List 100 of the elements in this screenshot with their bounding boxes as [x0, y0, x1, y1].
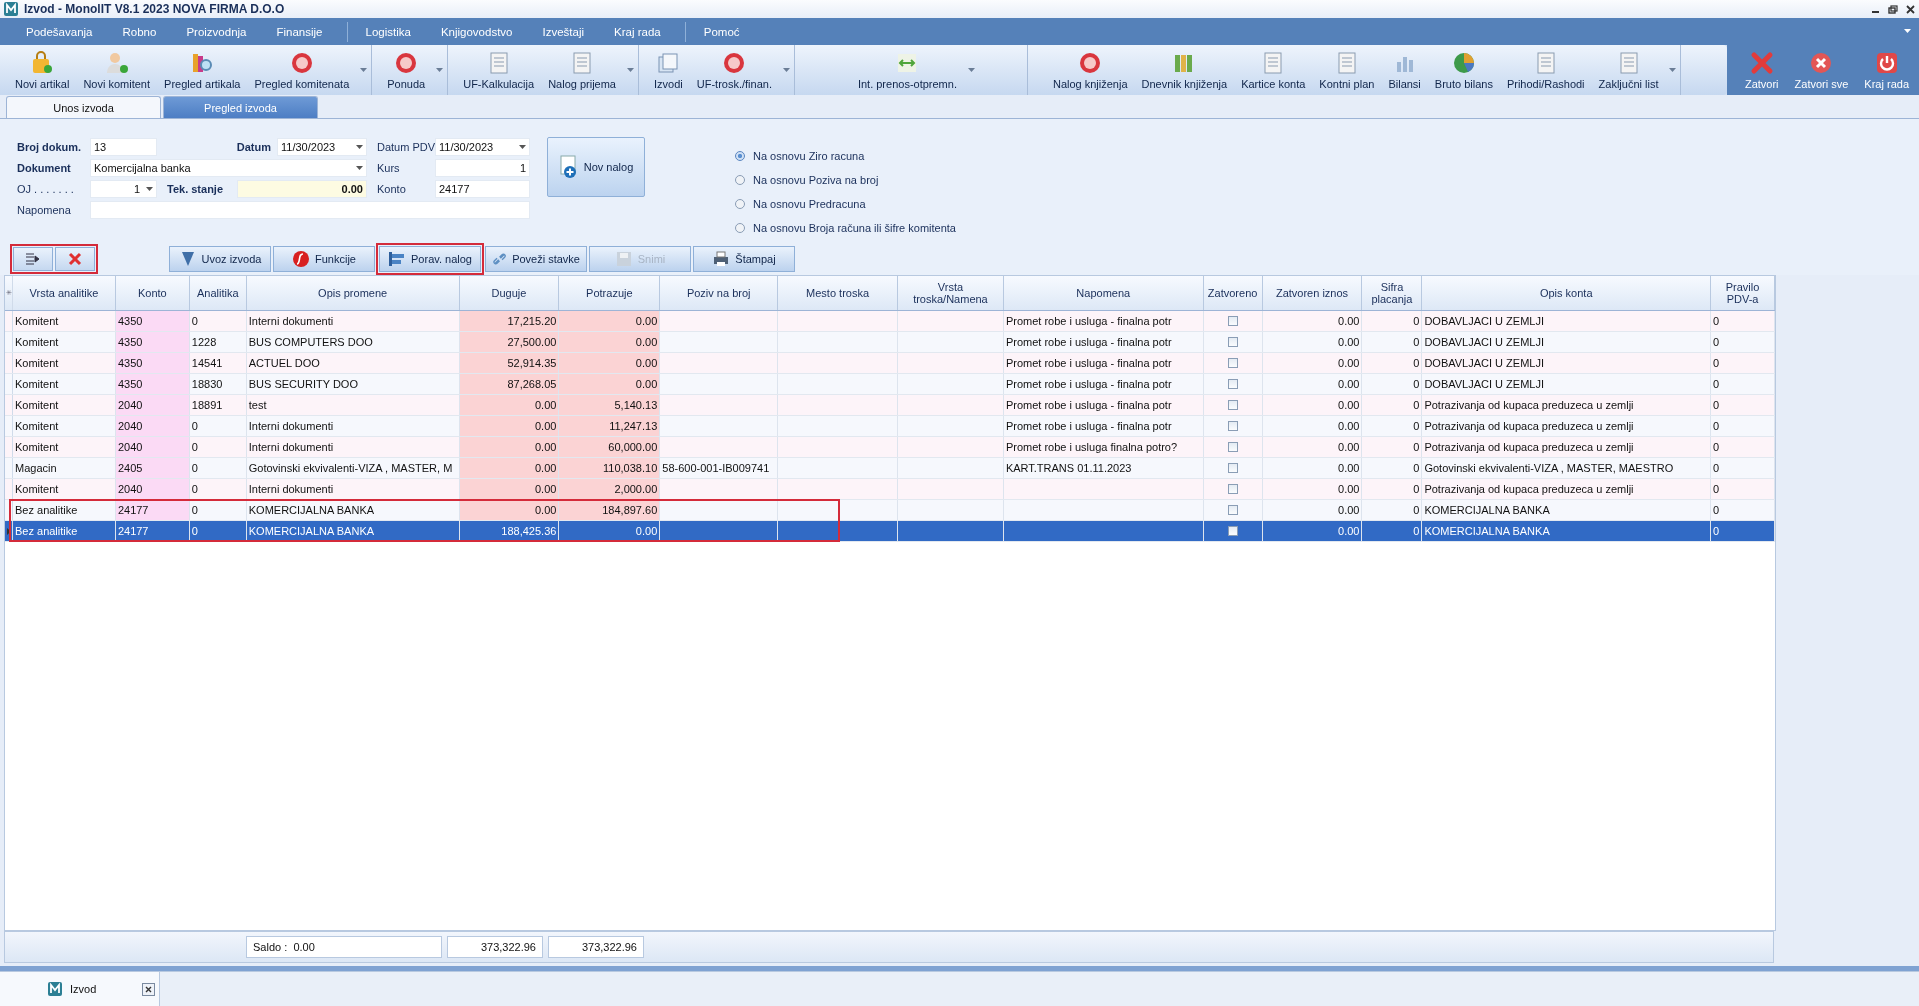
caret-icon[interactable] — [436, 68, 444, 72]
caret-icon[interactable] — [967, 68, 975, 72]
radio-button[interactable] — [735, 175, 745, 185]
table-row[interactable]: Bez analitike 24177 0 KOMERCIJALNA BANKA 188,425.36 0.00 0.00 0 KOMERCIJALNA BANKA 0 — [5, 521, 1775, 542]
toolbar-button[interactable]: Bruto bilans — [1427, 45, 1500, 95]
toolbar-button[interactable]: UF-trosk./finan. — [689, 45, 779, 95]
column-header[interactable]: Zatvoren iznos — [1262, 276, 1363, 310]
input-field[interactable]: 13 — [90, 138, 157, 156]
toolbar-button[interactable]: Nalog knjiženja — [1045, 45, 1135, 95]
checkbox[interactable] — [1227, 463, 1238, 473]
column-header[interactable]: Sifra placanja — [1362, 276, 1423, 310]
column-header[interactable]: Opis promene — [246, 276, 460, 310]
close-icon[interactable] — [1906, 4, 1915, 14]
menu-item[interactable]: Logistika — [353, 25, 429, 38]
menu-item[interactable]: Proizvodnja — [174, 25, 265, 38]
dropdown-field[interactable]: Komercijalna banka — [90, 159, 367, 177]
toolbar-button[interactable]: Novi artikal — [8, 45, 77, 95]
checkbox[interactable] — [1227, 316, 1238, 326]
date-field[interactable]: 11/30/2023 — [435, 138, 530, 156]
checkbox[interactable] — [1227, 400, 1238, 410]
toolbar-button[interactable]: Pregled komitenata — [247, 45, 357, 95]
column-header[interactable]: Pravilo PDV-a — [1711, 276, 1775, 310]
input-field[interactable] — [90, 201, 530, 219]
table-row[interactable]: Komitent 2040 18891 test 0.00 5,140.13 Promet robe i usluga - finalna potr 0.00 0 Potrazivanja od kupaca preduzeca u zemlji 0 — [5, 395, 1775, 416]
radio-label[interactable]: Na osnovu Broja računa ili šifre komitenta — [753, 222, 956, 234]
checkbox[interactable] — [1227, 337, 1238, 347]
radio-label[interactable]: Na osnovu Ziro racuna — [753, 150, 865, 162]
radio-label[interactable]: Na osnovu Predracuna — [753, 198, 866, 210]
dropdown-field[interactable]: 1 — [90, 180, 157, 198]
checkbox[interactable] — [1227, 505, 1238, 515]
action-button[interactable]: Štampaj — [693, 245, 795, 272]
action-button[interactable]: Poveži stavke — [485, 245, 587, 272]
menu-item[interactable]: Robno — [110, 25, 175, 38]
column-header[interactable]: Opis konta — [1422, 276, 1712, 310]
toolbar-button[interactable]: Izvodi — [647, 45, 690, 95]
checkbox[interactable] — [1227, 442, 1238, 452]
menu-item[interactable]: Izveštaji — [530, 25, 603, 38]
caret-icon[interactable] — [1669, 68, 1677, 72]
action-button[interactable]: Porav. nalog — [379, 245, 481, 272]
caret-icon[interactable] — [1904, 29, 1911, 34]
toolbar-button[interactable]: Int. prenos-otpremn. — [850, 45, 964, 95]
table-row[interactable]: Komitent 4350 18830 BUS SECURITY DOO 87,268.05 0.00 Promet robe i usluga - finalna potr 0.00 0 DOBAVLJACI U ZEMLJI 0 — [5, 374, 1775, 395]
column-header[interactable]: Vrsta troska/Namena — [898, 276, 1004, 310]
checkbox[interactable] — [1227, 421, 1238, 431]
checkbox[interactable] — [1227, 484, 1238, 494]
caret-icon[interactable] — [360, 68, 368, 72]
menu-item[interactable]: Pomoć — [691, 25, 758, 38]
action-button[interactable]: Uvoz izvoda — [169, 245, 271, 272]
column-header[interactable]: Zatvoreno — [1203, 276, 1263, 310]
table-row[interactable]: Komitent 4350 0 Interni dokumenti 17,215.20 0.00 Promet robe i usluga - finalna potr 0.00 0 DOBAVLJACI U ZEMLJI 0 — [5, 311, 1775, 332]
new-order-button[interactable]: Nov nalog — [547, 137, 645, 197]
checkbox[interactable] — [1227, 526, 1238, 536]
toolbar-button[interactable]: Zatvori sve — [1786, 45, 1857, 95]
delete-button[interactable] — [55, 246, 95, 271]
action-button[interactable]: Funkcije — [273, 245, 375, 272]
table-row[interactable]: Komitent 2040 0 Interni dokumenti 0.00 2,000.00 0.00 0 Potrazivanja od kupaca preduzeca u zemlji 0 — [5, 479, 1775, 500]
document-tab[interactable]: Izvod — [0, 972, 160, 1006]
radio-label[interactable]: Na osnovu Poziva na broj — [753, 174, 879, 186]
column-header[interactable]: Vrsta analitike — [13, 276, 116, 310]
menu-item[interactable]: Podešavanja — [14, 25, 111, 38]
table-row[interactable]: Komitent 4350 14541 ACTUEL DOO 52,914.35 0.00 Promet robe i usluga - finalna potr 0.00 0 DOBAVLJACI U ZEMLJI 0 — [5, 353, 1775, 374]
checkbox[interactable] — [1227, 358, 1238, 368]
radio-button[interactable] — [735, 199, 745, 209]
toolbar-button[interactable]: Kartice konta — [1234, 45, 1313, 95]
column-header[interactable]: Duguje — [459, 276, 560, 310]
close-icon[interactable] — [142, 982, 155, 996]
menu-item[interactable]: Knjigovodstvo — [428, 25, 531, 38]
column-header[interactable]: Konto — [115, 276, 190, 310]
caret-icon[interactable] — [782, 68, 790, 72]
column-header[interactable]: Poziv na broj — [660, 276, 779, 310]
radio-button[interactable] — [735, 223, 745, 233]
toolbar-button[interactable]: Dnevnik knjiženja — [1134, 45, 1235, 95]
tab[interactable]: Pregled izvoda — [163, 96, 318, 118]
toolbar-button[interactable]: Zaključni list — [1591, 45, 1666, 95]
toolbar-button[interactable]: Nalog prijema — [541, 45, 623, 95]
date-field[interactable]: 11/30/2023 — [277, 138, 367, 156]
toolbar-button[interactable]: Novi komitent — [76, 45, 158, 95]
menu-item[interactable]: Finansije — [264, 25, 341, 38]
toolbar-button[interactable]: Kontni plan — [1312, 45, 1382, 95]
caret-icon[interactable] — [627, 68, 634, 72]
column-header[interactable]: Mesto troska — [778, 276, 898, 310]
toolbar-button[interactable]: UF-Kalkulacija — [456, 45, 542, 95]
checkbox[interactable] — [1227, 379, 1238, 389]
toolbar-button[interactable]: Zatvori — [1736, 45, 1787, 95]
radio-button[interactable] — [735, 151, 745, 161]
toolbar-button[interactable]: Prihodi/Rashodi — [1499, 45, 1592, 95]
column-header[interactable]: Analitika — [189, 276, 247, 310]
table-row[interactable]: Komitent 4350 1228 BUS COMPUTERS DOO 27,500.00 0.00 Promet robe i usluga - finalna potr 0.00 0 DOBAVLJACI U ZEMLJI 0 — [5, 332, 1775, 353]
menu-item[interactable]: Kraj rada — [602, 25, 679, 38]
indent-button[interactable] — [13, 246, 53, 271]
toolbar-button[interactable]: Ponuda — [380, 45, 433, 95]
table-row[interactable]: Magacin 2405 0 Gotovinski ekvivalenti-VIZA , MASTER, M 0.00 110,038.10 58-600-001-IB009741 KART.TRANS 01.11.2023 0.00 0 Gotovinski ekvivalenti-VIZA , MASTER, MAESTRO 0 — [5, 458, 1775, 479]
tab[interactable]: Unos izvoda — [6, 96, 161, 118]
table-row[interactable]: Bez analitike 24177 0 KOMERCIJALNA BANKA 0.00 184,897.60 0.00 0 KOMERCIJALNA BANKA 0 — [5, 500, 1775, 521]
table-row[interactable]: Komitent 2040 0 Interni dokumenti 0.00 60,000.00 Promet robe i usluga finalna potro? 0.00 0 Potrazivanja od kupaca preduzeca u zemlji 0 — [5, 437, 1775, 458]
column-header[interactable]: Napomena — [1003, 276, 1204, 310]
toolbar-button[interactable]: Kraj rada — [1856, 45, 1917, 95]
table-row[interactable]: Komitent 2040 0 Interni dokumenti 0.00 11,247.13 Promet robe i usluga - finalna potr 0.00 0 Potrazivanja od kupaca preduzeca u zemlji 0 — [5, 416, 1775, 437]
input-field[interactable]: 1 — [435, 159, 530, 177]
restore-icon[interactable] — [1888, 4, 1898, 14]
